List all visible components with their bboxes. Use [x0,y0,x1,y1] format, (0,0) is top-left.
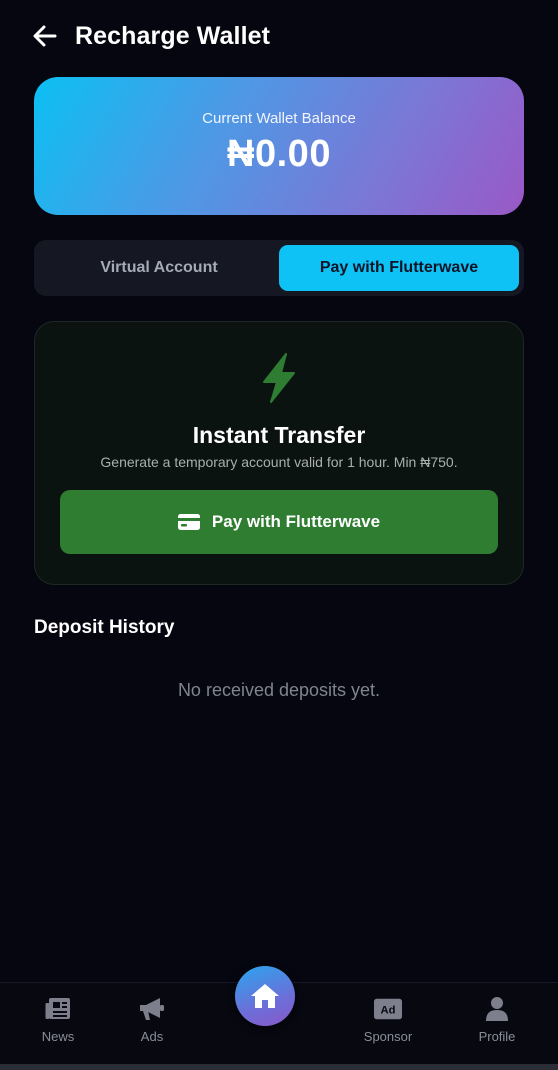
credit-card-icon [177,514,200,530]
user-icon [483,995,511,1023]
deposit-history-empty-message: No received deposits yet. [177,680,381,700]
nav-label-ads: Ads [140,1029,164,1044]
transfer-title: Instant Transfer [192,422,366,448]
nav-label-news: News [41,1029,75,1044]
app-header: Recharge Wallet [0,0,558,72]
lightning-bolt-icon [263,353,295,403]
home-button[interactable] [235,966,295,1026]
balance-value: ₦0.00 [227,133,331,175]
back-button[interactable] [32,23,58,49]
nav-item-sponsor[interactable]: Ad Sponsor [348,995,428,1044]
arrow-left-icon [33,25,57,47]
svg-text:Ad: Ad [381,1005,396,1017]
tab-virtual-account[interactable]: Virtual Account [39,245,279,291]
page-title: Recharge Wallet [75,21,271,50]
deposit-history-title: Deposit History [34,617,175,638]
balance-label: Current Wallet Balance [202,110,356,127]
nav-label-sponsor: Sponsor [363,1029,413,1044]
nav-item-news[interactable]: News [18,995,98,1044]
pay-button-label: Pay with Flutterwave [211,512,381,531]
payment-method-tabs: Virtual Account Pay with Flutterwave [34,240,524,296]
newspaper-icon [44,995,72,1023]
nav-label-profile: Profile [478,1029,516,1044]
pay-with-flutterwave-button[interactable]: Pay with Flutterwave [60,490,498,554]
transfer-description: Generate a temporary account valid for 1… [100,454,458,470]
instant-transfer-card: Instant Transfer Generate a temporary ac… [34,321,524,585]
wallet-balance-card: Current Wallet Balance ₦0.00 [34,77,524,215]
ad-badge-icon: Ad [374,995,402,1023]
system-bar [0,1064,558,1070]
home-icon [251,984,279,1008]
megaphone-icon [138,995,166,1023]
tab-pay-with-flutterwave[interactable]: Pay with Flutterwave [279,245,519,291]
nav-item-profile[interactable]: Profile [457,995,537,1044]
nav-item-ads[interactable]: Ads [112,995,192,1044]
